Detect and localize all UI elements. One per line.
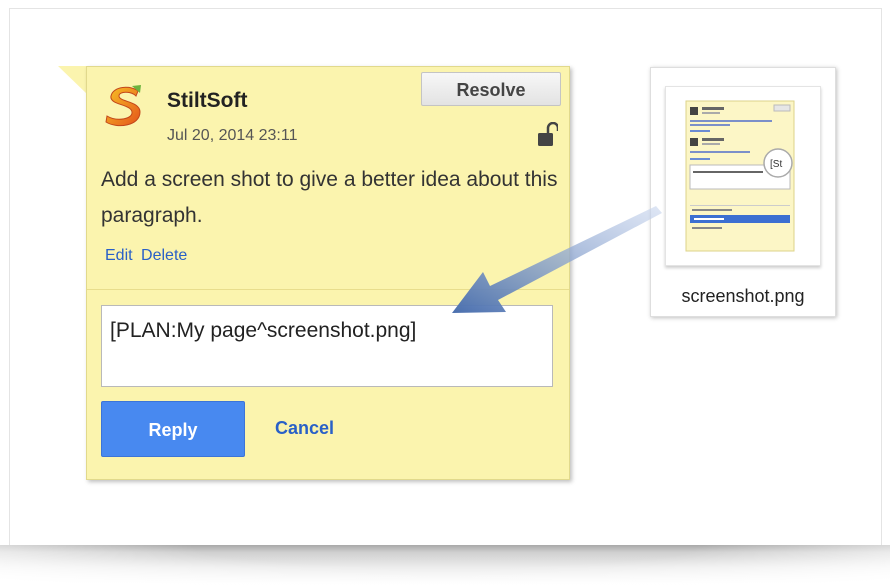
comment-pointer <box>58 66 87 94</box>
frame-shadow <box>0 545 890 585</box>
svg-text:[St: [St <box>770 159 782 170</box>
unlock-icon[interactable] <box>538 122 558 148</box>
attachment-file[interactable]: [St screenshot.png <box>650 67 836 317</box>
delete-link[interactable]: Delete <box>141 247 187 264</box>
resolve-button[interactable]: Resolve <box>421 72 561 106</box>
comment-actions: Edit Delete <box>105 247 191 265</box>
comment-body: Add a screen shot to give a better idea … <box>101 168 558 227</box>
image-file-icon: [St <box>665 86 821 266</box>
stiltsoft-logo-icon <box>105 85 141 127</box>
comment-popup: StiltSoft Jul 20, 2014 23:11 Resolve Add… <box>86 66 570 480</box>
divider <box>87 289 569 290</box>
cancel-link[interactable]: Cancel <box>275 418 334 439</box>
file-name: screenshot.png <box>681 286 805 306</box>
reply-button[interactable]: Reply <box>101 401 245 457</box>
comment-author: StiltSoft <box>167 89 248 112</box>
comment-timestamp: Jul 20, 2014 23:11 <box>167 127 298 144</box>
edit-link[interactable]: Edit <box>105 247 133 264</box>
reply-input[interactable]: [PLAN:My page^screenshot.png] <box>101 305 553 387</box>
